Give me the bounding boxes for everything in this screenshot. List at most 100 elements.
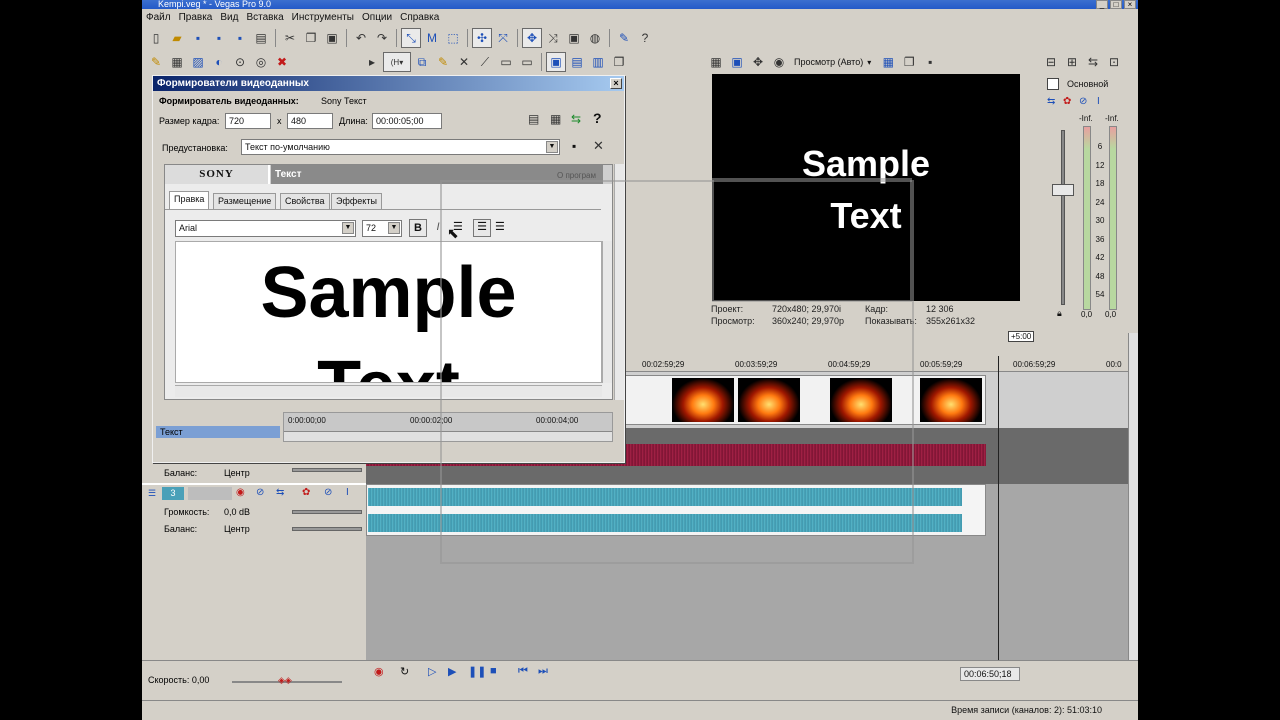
stop-button[interactable]: ■ bbox=[490, 665, 497, 677]
auto-crossfade-icon[interactable]: ⤧ bbox=[493, 28, 513, 48]
solo-icon[interactable]: I bbox=[346, 487, 349, 498]
copy-frame-icon[interactable]: ❐ bbox=[899, 52, 919, 72]
quantize-dropdown[interactable]: (H▾ bbox=[383, 52, 411, 72]
save-as-icon[interactable]: ▪ bbox=[209, 28, 229, 48]
dialog-help-icon[interactable]: ? bbox=[593, 110, 602, 126]
external-monitor-icon[interactable]: ▣ bbox=[727, 52, 747, 72]
transitions-icon[interactable]: ◐ bbox=[209, 52, 229, 72]
ripple-edit-icon[interactable]: ✥ bbox=[522, 28, 542, 48]
frame-height-input[interactable]: 480 bbox=[287, 113, 333, 129]
envelope-icon[interactable]: ⟋ bbox=[475, 52, 495, 72]
font-size-dropdown[interactable]: 72 ▼ bbox=[362, 220, 402, 237]
delete-icon[interactable]: ✖ bbox=[272, 52, 292, 72]
dialog-close-icon[interactable]: × bbox=[610, 78, 622, 89]
close-button[interactable]: × bbox=[1124, 0, 1136, 9]
save-icon[interactable]: ▪ bbox=[188, 28, 208, 48]
mixer-mute-icon[interactable]: ⊘ bbox=[1079, 96, 1087, 107]
mixer-fx-icon[interactable]: ⇆ bbox=[1083, 52, 1103, 72]
delete-preset-icon[interactable]: ✕ bbox=[593, 138, 604, 154]
menu-insert[interactable]: Вставка bbox=[246, 12, 283, 23]
timeline-vscroll[interactable] bbox=[1128, 333, 1138, 660]
dialog-snapshot-icon[interactable]: ▤ bbox=[528, 112, 539, 126]
tab-placement[interactable]: Размещение bbox=[213, 193, 277, 209]
menu-view[interactable]: Вид bbox=[220, 12, 238, 23]
trim-icon[interactable]: ✕ bbox=[454, 52, 474, 72]
about-link[interactable]: О програм bbox=[557, 171, 596, 180]
mute-icon[interactable]: ⊘ bbox=[324, 487, 332, 498]
paint-icon[interactable]: ✎ bbox=[614, 28, 634, 48]
media-icon[interactable]: ▨ bbox=[188, 52, 208, 72]
tab-effects[interactable]: Эффекты bbox=[331, 193, 382, 209]
save-preset-icon[interactable]: ▪ bbox=[572, 139, 576, 153]
whats-this-help-icon[interactable]: ? bbox=[635, 28, 655, 48]
cut-icon[interactable]: ✂ bbox=[280, 28, 300, 48]
marker-icon[interactable]: ◍ bbox=[585, 28, 605, 48]
menu-tools[interactable]: Инструменты bbox=[292, 12, 354, 23]
play-from-start-button[interactable]: ▷ bbox=[428, 665, 436, 678]
explorer-icon[interactable]: ✎ bbox=[146, 52, 166, 72]
view-mode-1-icon[interactable]: ▣ bbox=[546, 52, 566, 72]
view-mode-3-icon[interactable]: ▥ bbox=[588, 52, 608, 72]
chevron-down-icon[interactable]: ▼ bbox=[546, 141, 558, 153]
menu-file[interactable]: Файл bbox=[146, 12, 171, 23]
mixer-downmix-icon[interactable]: ⊡ bbox=[1104, 52, 1124, 72]
phase-icon[interactable]: ⊘ bbox=[256, 487, 264, 498]
chevron-down-icon[interactable]: ▼ bbox=[342, 222, 354, 234]
lock-icon[interactable]: 🔒︎ bbox=[1057, 308, 1062, 319]
generators-icon[interactable]: ◎ bbox=[251, 52, 271, 72]
mixer-io-icon[interactable]: ⇆ bbox=[1047, 96, 1055, 107]
bold-button[interactable]: B bbox=[409, 219, 427, 237]
balance-slider-2[interactable] bbox=[292, 527, 362, 531]
mixer-solo-icon[interactable]: I bbox=[1097, 96, 1100, 107]
minimize-button[interactable]: _ bbox=[1096, 0, 1108, 9]
menu-help[interactable]: Справка bbox=[400, 12, 439, 23]
render-icon[interactable]: ▪ bbox=[230, 28, 250, 48]
snap-icon[interactable]: ✣ bbox=[472, 28, 492, 48]
preset-dropdown[interactable]: Текст по-умолчанию ▼ bbox=[241, 139, 560, 155]
preview-quality-dropdown[interactable]: Просмотр (Авто) bbox=[794, 57, 863, 67]
balance-slider-1[interactable] bbox=[292, 468, 362, 472]
mixer-props-icon[interactable]: ⊟ bbox=[1041, 52, 1061, 72]
preview-props-icon[interactable]: ▦ bbox=[706, 52, 726, 72]
normal-edit-tool-icon[interactable]: ⤡ bbox=[401, 28, 421, 48]
open-folder-icon[interactable]: ▰ bbox=[167, 28, 187, 48]
record-arm-icon[interactable]: ◉ bbox=[236, 487, 245, 498]
split-screen-icon[interactable]: ◉ bbox=[769, 52, 789, 72]
length-input[interactable]: 00:00:05;00 bbox=[372, 113, 442, 129]
rate-thumb-icon[interactable]: ◈◈ bbox=[278, 675, 292, 686]
loop-button[interactable]: ↻ bbox=[400, 665, 409, 678]
dialog-plugin-chain-icon[interactable]: ⇆ bbox=[571, 112, 581, 126]
go-to-start-button[interactable]: ⏮︎ bbox=[518, 665, 528, 678]
dialog-props-icon[interactable]: ▦ bbox=[550, 112, 561, 126]
pan-crop-icon[interactable]: ⧉ bbox=[412, 52, 432, 72]
go-to-end-button[interactable]: ⏭︎ bbox=[538, 665, 548, 678]
chevron-down-icon[interactable]: ▾ bbox=[867, 58, 871, 67]
redo-icon[interactable]: ↷ bbox=[372, 28, 392, 48]
lock-envelopes-icon[interactable]: ⤨ bbox=[543, 28, 563, 48]
overlays-icon[interactable]: ▦ bbox=[878, 52, 898, 72]
paste-icon[interactable]: ▣ bbox=[322, 28, 342, 48]
fx-preview-icon[interactable]: ✥ bbox=[748, 52, 768, 72]
menu-options[interactable]: Опции bbox=[362, 12, 392, 23]
trimmer-icon[interactable]: ▦ bbox=[167, 52, 187, 72]
mixer-fx-chain-icon[interactable]: ✿ bbox=[1063, 96, 1071, 107]
volume-slider[interactable] bbox=[292, 510, 362, 514]
maximize-button[interactable]: □ bbox=[1110, 0, 1122, 9]
event-fx-icon[interactable]: ✎ bbox=[433, 52, 453, 72]
menu-edit[interactable]: Правка bbox=[179, 12, 213, 23]
tab-edit[interactable]: Правка bbox=[169, 191, 210, 209]
playback-cursor[interactable] bbox=[998, 356, 999, 660]
keyframe-track-label[interactable]: Текст bbox=[156, 426, 280, 438]
track-fx-icon[interactable]: ✿ bbox=[302, 487, 310, 498]
selection-tool-icon[interactable]: ⬚ bbox=[443, 28, 463, 48]
pause-button[interactable]: ❚❚ bbox=[468, 665, 486, 678]
split-icon[interactable]: ▸ bbox=[362, 52, 382, 72]
ungroup-icon[interactable]: ▭ bbox=[517, 52, 537, 72]
save-frame-icon[interactable]: ▪ bbox=[920, 52, 940, 72]
properties-icon[interactable]: ▤ bbox=[251, 28, 271, 48]
ignore-grouping-icon[interactable]: ▣ bbox=[564, 28, 584, 48]
copy-icon[interactable]: ❐ bbox=[301, 28, 321, 48]
record-button[interactable]: ◉ bbox=[374, 665, 384, 678]
fx-icon[interactable]: ⊙ bbox=[230, 52, 250, 72]
view-mode-2-icon[interactable]: ▤ bbox=[567, 52, 587, 72]
